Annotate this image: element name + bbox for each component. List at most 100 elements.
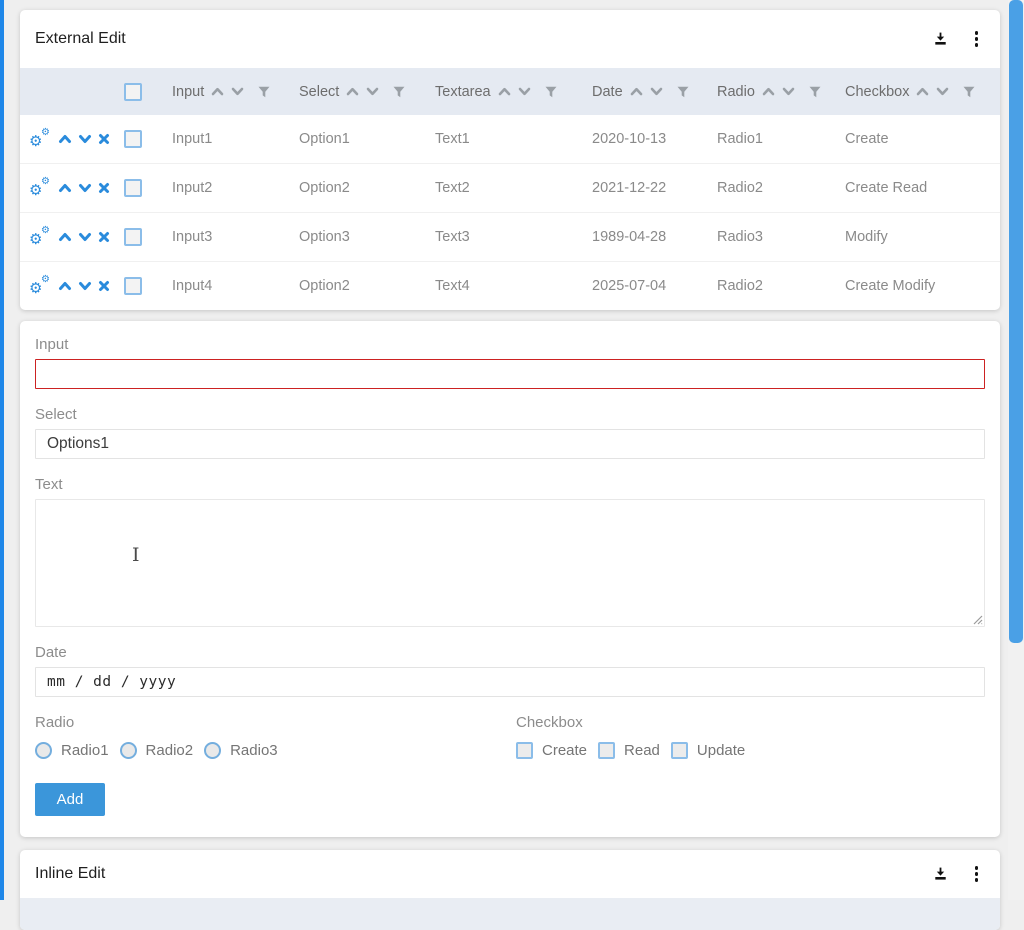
column-label: Select: [299, 84, 339, 100]
kebab-menu-icon[interactable]: [973, 864, 981, 884]
radio-icon[interactable]: [120, 742, 137, 759]
cell-textarea: Text3: [418, 229, 575, 245]
input-field[interactable]: [35, 359, 985, 389]
settings-icon[interactable]: ⚙⚙: [29, 179, 52, 197]
sort-desc-icon[interactable]: [650, 87, 663, 96]
select-field[interactable]: Options1: [35, 429, 985, 459]
row-actions: ⚙⚙: [20, 277, 110, 295]
radio-option-radio3[interactable]: Radio3: [204, 742, 278, 759]
radio-icon[interactable]: [35, 742, 52, 759]
filter-icon[interactable]: [545, 86, 557, 98]
row-actions: ⚙⚙: [20, 130, 110, 148]
checkbox-option-update[interactable]: Update: [671, 742, 745, 759]
checkbox-option-create[interactable]: Create: [516, 742, 587, 759]
filter-icon[interactable]: [677, 86, 689, 98]
delete-icon[interactable]: [98, 133, 110, 145]
filter-icon[interactable]: [258, 86, 270, 98]
card-header: Inline Edit: [20, 850, 1000, 898]
move-down-icon[interactable]: [78, 134, 92, 144]
radio-group: Radio Radio1 Radio2 Radio3: [35, 713, 516, 759]
date-label: Date: [35, 643, 985, 663]
row-checkbox-cell: [110, 277, 155, 295]
row-checkbox-cell: [110, 179, 155, 197]
row-checkbox[interactable]: [124, 277, 142, 295]
sort-asc-icon[interactable]: [762, 87, 775, 96]
card-header-actions: [932, 864, 981, 884]
move-down-icon[interactable]: [78, 281, 92, 291]
radio-option-radio2[interactable]: Radio2: [120, 742, 194, 759]
sort-asc-icon[interactable]: [346, 87, 359, 96]
sort-desc-icon[interactable]: [782, 87, 795, 96]
row-actions: ⚙⚙: [20, 228, 110, 246]
checkbox-icon[interactable]: [671, 742, 688, 759]
checkbox-option-label: Update: [697, 742, 745, 759]
table-row: ⚙⚙ Input3 Option3 Text3 1989-04-28 Radio…: [20, 213, 1000, 262]
move-down-icon[interactable]: [78, 183, 92, 193]
column-header-textarea: Textarea: [418, 84, 575, 100]
delete-icon[interactable]: [98, 280, 110, 292]
radio-option-radio1[interactable]: Radio1: [35, 742, 109, 759]
sort-desc-icon[interactable]: [231, 87, 244, 96]
date-field[interactable]: mm / dd / yyyy: [35, 667, 985, 697]
row-checkbox-cell: [110, 130, 155, 148]
filter-icon[interactable]: [963, 86, 975, 98]
checkbox-icon[interactable]: [598, 742, 615, 759]
card-header: External Edit: [20, 10, 1000, 68]
add-button[interactable]: Add: [35, 783, 105, 816]
sort-asc-icon[interactable]: [630, 87, 643, 96]
move-up-icon[interactable]: [58, 281, 72, 291]
delete-icon[interactable]: [98, 231, 110, 243]
filter-icon[interactable]: [393, 86, 405, 98]
row-checkbox[interactable]: [124, 228, 142, 246]
settings-icon[interactable]: ⚙⚙: [29, 130, 52, 148]
delete-icon[interactable]: [98, 182, 110, 194]
left-accent-bar: [0, 0, 4, 900]
download-icon[interactable]: [932, 866, 949, 882]
text-area[interactable]: I: [35, 499, 985, 627]
column-header-select: Select: [282, 84, 418, 100]
filter-icon[interactable]: [809, 86, 821, 98]
checkbox-icon[interactable]: [516, 742, 533, 759]
settings-icon[interactable]: ⚙⚙: [29, 277, 52, 295]
cell-date: 1989-04-28: [575, 229, 700, 245]
move-down-icon[interactable]: [78, 232, 92, 242]
select-all-checkbox[interactable]: [124, 83, 142, 101]
inline-table-header-strip: [20, 898, 1000, 930]
cell-date: 2020-10-13: [575, 131, 700, 147]
cell-date: 2025-07-04: [575, 278, 700, 294]
download-icon[interactable]: [932, 31, 949, 47]
column-header-date: Date: [575, 84, 700, 100]
kebab-menu-icon[interactable]: [973, 29, 981, 49]
sort-desc-icon[interactable]: [366, 87, 379, 96]
add-form-card: Input Select Options1 Text I Date mm / d…: [20, 321, 1000, 837]
move-up-icon[interactable]: [58, 183, 72, 193]
column-header-checkbox: Checkbox: [828, 84, 1000, 100]
move-up-icon[interactable]: [58, 134, 72, 144]
card-title: External Edit: [35, 30, 126, 48]
sort-desc-icon[interactable]: [936, 87, 949, 96]
scrollbar-thumb[interactable]: [1009, 0, 1023, 643]
row-checkbox[interactable]: [124, 179, 142, 197]
sort-asc-icon[interactable]: [916, 87, 929, 96]
row-checkbox[interactable]: [124, 130, 142, 148]
cell-textarea: Text4: [418, 278, 575, 294]
text-label: Text: [35, 475, 985, 495]
resize-grip-icon[interactable]: [970, 612, 983, 625]
settings-icon[interactable]: ⚙⚙: [29, 228, 52, 246]
row-checkbox-cell: [110, 228, 155, 246]
table-row: ⚙⚙ Input1 Option1 Text1 2020-10-13 Radio…: [20, 115, 1000, 164]
sort-asc-icon[interactable]: [498, 87, 511, 96]
radio-icon[interactable]: [204, 742, 221, 759]
checkbox-option-read[interactable]: Read: [598, 742, 660, 759]
column-header-input: Input: [155, 84, 282, 100]
column-label: Textarea: [435, 84, 491, 100]
radio-option-label: Radio1: [61, 742, 109, 759]
inline-edit-card: Inline Edit: [20, 850, 1000, 930]
radio-group-label: Radio: [35, 713, 516, 733]
sort-desc-icon[interactable]: [518, 87, 531, 96]
sort-asc-icon[interactable]: [211, 87, 224, 96]
scrollbar-track[interactable]: [1008, 0, 1024, 900]
checkbox-options-row: Create Read Update: [516, 742, 985, 759]
external-edit-card: External Edit Input Select: [20, 10, 1000, 310]
move-up-icon[interactable]: [58, 232, 72, 242]
